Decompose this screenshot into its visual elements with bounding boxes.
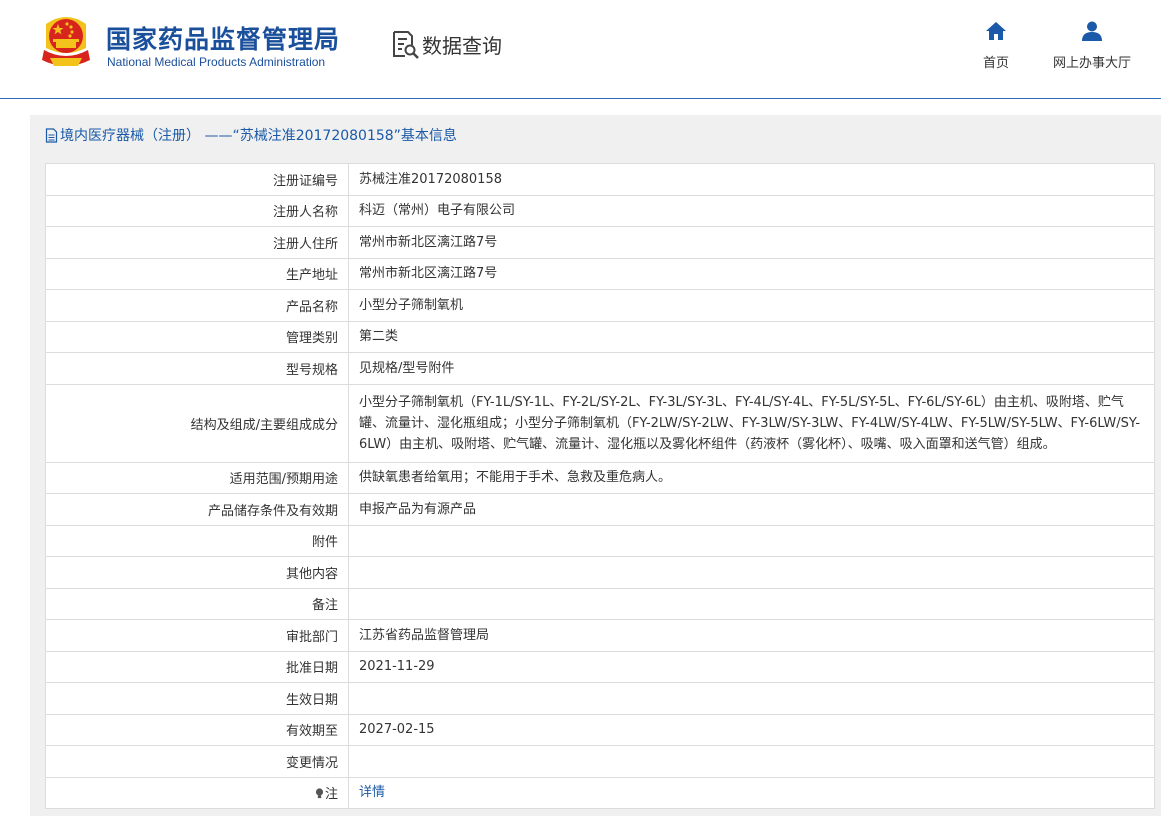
table-row: 批准日期 2021-11-29 xyxy=(45,650,1155,683)
nav-online-hall-button[interactable]: 网上办事大厅 xyxy=(1046,20,1138,71)
table-row: 生效日期 xyxy=(45,682,1155,715)
national-emblem-icon xyxy=(42,17,90,66)
document-icon xyxy=(45,127,58,143)
table-row: 产品名称 小型分子筛制氧机 xyxy=(45,289,1155,322)
row-label: 注册人住所 xyxy=(45,226,349,259)
row-label: 产品储存条件及有效期 xyxy=(45,493,349,526)
row-value: 小型分子筛制氧机（FY-1L/SY-1L、FY-2L/SY-2L、FY-3L/S… xyxy=(348,383,1155,463)
home-icon xyxy=(986,22,1006,40)
row-value: 供缺氧患者给氧用；不能用于手术、急救及重危病人。 xyxy=(348,461,1155,494)
row-label: 注册人名称 xyxy=(45,194,349,227)
row-label: 其他内容 xyxy=(45,556,349,589)
table-row: 注 详情 xyxy=(45,776,1155,809)
user-icon xyxy=(1082,21,1102,41)
site-logo-title[interactable]: 国家药品监督管理局 xyxy=(106,20,340,56)
row-value: 常州市新北区漓江路7号 xyxy=(348,257,1155,290)
row-value xyxy=(348,745,1155,778)
row-label: 产品名称 xyxy=(45,289,349,322)
detail-panel: 境内医疗器械（注册） ——“苏械注准20172080158”基本信息 注册证编号… xyxy=(30,115,1161,816)
table-row: 附件 xyxy=(45,524,1155,557)
row-value: 2027-02-15 xyxy=(348,713,1155,746)
row-value: 江苏省药品监督管理局 xyxy=(348,619,1155,652)
table-row: 变更情况 xyxy=(45,745,1155,778)
row-label: 型号规格 xyxy=(45,352,349,385)
header-divider xyxy=(0,98,1161,99)
table-row: 产品储存条件及有效期 申报产品为有源产品 xyxy=(45,493,1155,526)
details-link[interactable]: 详情 xyxy=(359,785,385,800)
table-row: 生产地址 常州市新北区漓江路7号 xyxy=(45,257,1155,290)
row-label: 附件 xyxy=(45,524,349,557)
table-row: 适用范围/预期用途 供缺氧患者给氧用；不能用于手术、急救及重危病人。 xyxy=(45,461,1155,494)
table-row: 注册人住所 常州市新北区漓江路7号 xyxy=(45,226,1155,259)
row-label: 生产地址 xyxy=(45,257,349,290)
table-row: 其他内容 xyxy=(45,556,1155,589)
row-value: 常州市新北区漓江路7号 xyxy=(348,226,1155,259)
row-value: 小型分子筛制氧机 xyxy=(348,289,1155,322)
row-value xyxy=(348,556,1155,589)
table-row: 型号规格 见规格/型号附件 xyxy=(45,352,1155,385)
row-label: 批准日期 xyxy=(45,650,349,683)
row-label: 生效日期 xyxy=(45,682,349,715)
nav-home-label: 首页 xyxy=(982,56,1009,71)
row-value xyxy=(348,682,1155,715)
site-header: 国家药品监督管理局 National Medical Products Admi… xyxy=(0,0,1161,98)
row-value: 苏械注准20172080158 xyxy=(348,163,1155,196)
table-row: 结构及组成/主要组成成分 小型分子筛制氧机（FY-1L/SY-1L、FY-2L/S… xyxy=(45,383,1155,463)
lightbulb-icon xyxy=(315,788,324,799)
registration-info-table: 注册证编号 苏械注准20172080158 注册人名称 科迈（常州）电子有限公司 注… xyxy=(45,163,1155,809)
table-row: 注册证编号 苏械注准20172080158 xyxy=(45,163,1155,196)
note-label: 注 xyxy=(324,787,338,803)
row-label: 审批部门 xyxy=(45,619,349,652)
row-label: 注册证编号 xyxy=(45,163,349,196)
nav-online-hall-label: 网上办事大厅 xyxy=(1052,56,1131,71)
panel-title-text: 境内医疗器械（注册） ——“苏械注准20172080158”基本信息 xyxy=(60,128,457,144)
note-label-cell: 注 xyxy=(45,776,349,809)
row-value: 科迈（常州）电子有限公司 xyxy=(348,194,1155,227)
data-query-title: 数据查询 xyxy=(422,33,502,58)
table-row: 备注 xyxy=(45,587,1155,620)
note-value-cell: 详情 xyxy=(348,776,1155,809)
row-label: 备注 xyxy=(45,587,349,620)
row-value xyxy=(348,587,1155,620)
row-label: 有效期至 xyxy=(45,713,349,746)
site-logo-subtitle[interactable]: National Medical Products Administration xyxy=(107,55,325,69)
panel-title: 境内医疗器械（注册） ——“苏械注准20172080158”基本信息 xyxy=(45,124,457,146)
data-query-heading: 数据查询 xyxy=(390,29,502,59)
row-label: 变更情况 xyxy=(45,745,349,778)
row-label: 适用范围/预期用途 xyxy=(45,461,349,494)
row-label: 结构及组成/主要组成成分 xyxy=(45,383,349,463)
row-value xyxy=(348,524,1155,557)
nav-home-button[interactable]: 首页 xyxy=(976,20,1016,71)
table-row: 有效期至 2027-02-15 xyxy=(45,713,1155,746)
table-row: 管理类别 第二类 xyxy=(45,320,1155,353)
table-row: 注册人名称 科迈（常州）电子有限公司 xyxy=(45,194,1155,227)
row-value: 申报产品为有源产品 xyxy=(348,493,1155,526)
table-row: 审批部门 江苏省药品监督管理局 xyxy=(45,619,1155,652)
row-value: 第二类 xyxy=(348,320,1155,353)
row-value: 2021-11-29 xyxy=(348,650,1155,683)
document-search-icon xyxy=(393,31,419,59)
row-label: 管理类别 xyxy=(45,320,349,353)
row-value: 见规格/型号附件 xyxy=(348,352,1155,385)
